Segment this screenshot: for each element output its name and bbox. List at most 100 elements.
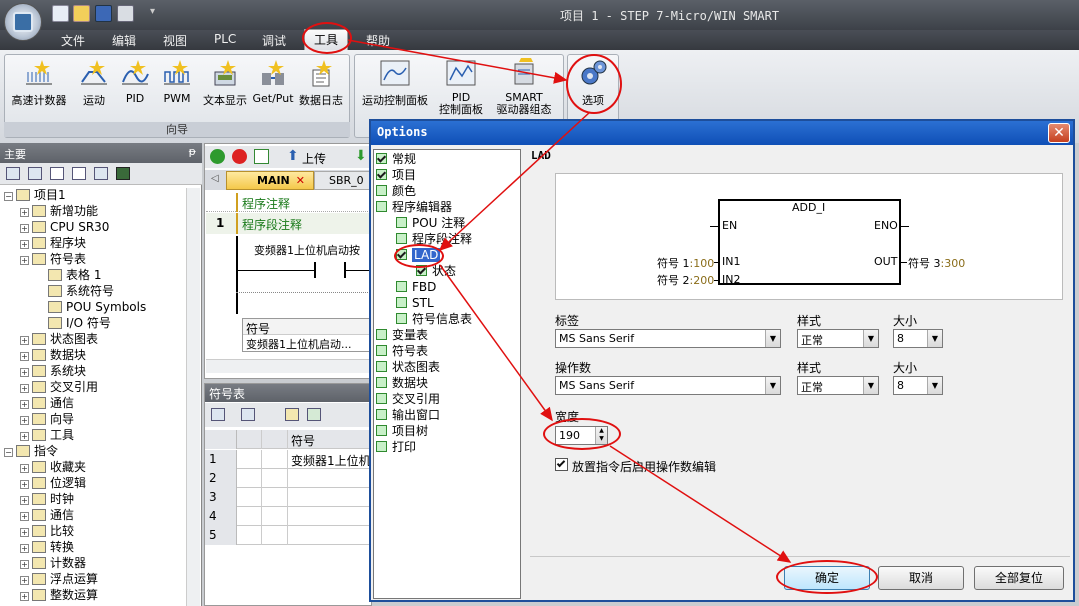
tree-item[interactable]: +表格 1 [4, 267, 186, 283]
options-tree-item[interactable]: 符号信息表 [376, 311, 520, 327]
operand-style-select[interactable]: 正常 ▼ [797, 376, 879, 395]
options-tree-item[interactable]: 交叉引用 [376, 391, 520, 407]
enable-edit-checkbox[interactable] [555, 458, 568, 471]
expand-icon[interactable]: + [20, 416, 29, 425]
tree-item[interactable]: + 新增功能 [4, 203, 186, 219]
tree-tool-1-icon[interactable] [6, 167, 20, 180]
tree-item[interactable]: + 位逻辑 [4, 475, 186, 491]
tree-item[interactable]: + 交叉引用 [4, 379, 186, 395]
menu-help[interactable]: 帮助 [366, 32, 390, 48]
program-comment[interactable]: 程序注释 [242, 195, 290, 212]
expand-icon[interactable]: − [4, 192, 13, 201]
tree-item[interactable]: + 计数器 [4, 555, 186, 571]
expand-icon[interactable]: + [20, 240, 29, 249]
expand-icon[interactable]: + [20, 208, 29, 217]
tree-item[interactable]: + 数据块 [4, 347, 186, 363]
options-tree-item[interactable]: 项目树 [376, 423, 520, 439]
tree-item[interactable]: + 程序块 [4, 235, 186, 251]
getput-wizard-button[interactable]: Get/Put [252, 58, 294, 112]
upload-button[interactable]: 上传 [302, 150, 326, 167]
tab-sbr0[interactable]: SBR_0 [314, 171, 372, 190]
expand-icon[interactable]: + [20, 480, 29, 489]
expand-icon[interactable]: + [20, 592, 29, 601]
tree-item[interactable]: + 收藏夹 [4, 459, 186, 475]
expand-icon[interactable]: + [20, 464, 29, 473]
tree-item[interactable]: + 系统块 [4, 363, 186, 379]
options-tree-item[interactable]: 数据块 [376, 375, 520, 391]
ladder-rung[interactable]: 变频器1上位机启动按 [236, 236, 372, 314]
table-tool-2-icon[interactable] [307, 408, 321, 421]
options-tree-item[interactable]: 常规 [376, 151, 520, 167]
expand-icon[interactable]: + [20, 368, 29, 377]
tree-item[interactable]: − 指令 [4, 443, 186, 459]
cell-icon[interactable] [262, 507, 288, 526]
cell-icon[interactable] [237, 507, 262, 526]
cell-symbol[interactable] [288, 507, 372, 526]
download-icon[interactable]: ⬇ [355, 148, 367, 164]
menu-plc[interactable]: PLC [214, 32, 236, 48]
tree-item[interactable]: + 向导 [4, 411, 186, 427]
cell-symbol[interactable] [288, 488, 372, 507]
tree-item[interactable]: + 时钟 [4, 491, 186, 507]
cancel-button[interactable]: 取消 [878, 566, 964, 590]
tree-tool-3-icon[interactable] [50, 167, 64, 180]
tree-item[interactable]: + CPU SR30 [4, 219, 186, 235]
menu-edit[interactable]: 编辑 [112, 32, 136, 48]
expand-icon[interactable]: + [20, 336, 29, 345]
expand-icon[interactable]: + [20, 512, 29, 521]
col-symbol[interactable]: 符号 [288, 430, 372, 449]
compile-icon[interactable] [254, 149, 269, 164]
cell-icon[interactable] [262, 526, 288, 545]
tab-main[interactable]: MAIN ✕ [226, 171, 314, 190]
tree-tool-2-icon[interactable] [28, 167, 42, 180]
options-tree-item[interactable]: 符号表 [376, 343, 520, 359]
table-row[interactable]: 5 [205, 526, 372, 545]
tree-item[interactable]: +系统符号 [4, 283, 186, 299]
smart-drive-button[interactable]: SMART 驱动器组态 [488, 58, 560, 116]
tree-item[interactable]: +POU Symbols [4, 299, 186, 315]
options-tree-item[interactable]: FBD [376, 279, 520, 295]
options-tree-item[interactable]: 状态图表 [376, 359, 520, 375]
stop-icon[interactable] [232, 149, 247, 164]
pin-icon[interactable]: ᵽ [189, 145, 196, 158]
reset-all-button[interactable]: 全部复位 [974, 566, 1064, 590]
delete-row-icon[interactable] [241, 408, 255, 421]
label-font-select[interactable]: MS Sans Serif ▼ [555, 329, 781, 348]
options-tree-item[interactable]: POU 注释 [376, 215, 520, 231]
motion-panel-button[interactable]: 运动控制面板 [358, 58, 432, 112]
expand-icon[interactable]: + [20, 544, 29, 553]
options-tree-item[interactable]: STL [376, 295, 520, 311]
menu-debug[interactable]: 调试 [262, 32, 286, 48]
cell-symbol[interactable] [288, 469, 372, 488]
cell-icon[interactable] [262, 469, 288, 488]
expand-icon[interactable]: + [20, 384, 29, 393]
table-row[interactable]: 4 [205, 507, 372, 526]
pid-panel-button[interactable]: PID 控制面板 [435, 58, 487, 116]
tree-item[interactable]: + 符号表 [4, 251, 186, 267]
cell-icon[interactable] [237, 488, 262, 507]
cell-icon[interactable] [237, 469, 262, 488]
table-tool-icon[interactable] [285, 408, 299, 421]
tree-tool-5-icon[interactable] [94, 167, 108, 180]
tree-item[interactable]: + 通信 [4, 395, 186, 411]
network-comment[interactable]: 程序段注释 [242, 216, 302, 233]
expand-icon[interactable]: + [20, 576, 29, 585]
print-icon[interactable] [117, 5, 134, 22]
dialog-close-button[interactable]: ✕ [1048, 123, 1070, 143]
expand-icon[interactable]: + [20, 560, 29, 569]
label-style-select[interactable]: 正常 ▼ [797, 329, 879, 348]
options-tree-item[interactable]: 程序段注释 [376, 231, 520, 247]
pwm-wizard-button[interactable]: PWM [157, 58, 197, 112]
text-display-wizard-button[interactable]: 文本显示 [200, 58, 250, 112]
expand-icon[interactable]: + [20, 256, 29, 265]
application-menu-button[interactable] [4, 3, 42, 41]
menu-file[interactable]: 文件 [61, 32, 85, 48]
cell-icon[interactable] [237, 450, 262, 469]
tree-item[interactable]: + 浮点运算 [4, 571, 186, 587]
label-size-select[interactable]: 8 ▼ [893, 329, 943, 348]
tree-item[interactable]: + 整数运算 [4, 587, 186, 603]
expand-icon[interactable]: + [20, 224, 29, 233]
options-tree-item[interactable]: 项目 [376, 167, 520, 183]
cell-icon[interactable] [237, 526, 262, 545]
table-row[interactable]: 3 [205, 488, 372, 507]
